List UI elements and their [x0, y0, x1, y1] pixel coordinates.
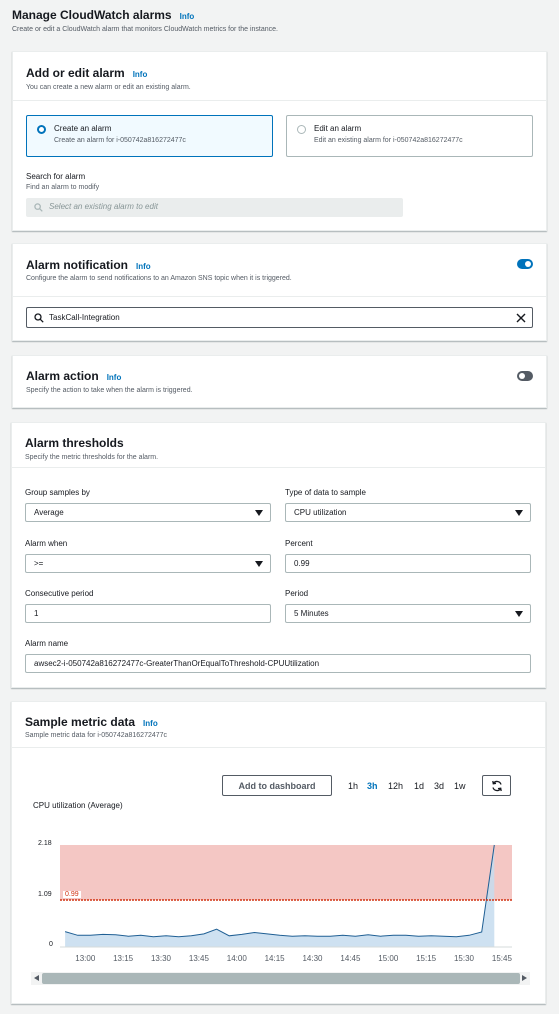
sns-topic-input[interactable]: TaskCall-Integration [26, 307, 533, 328]
x-tick-label: 14:45 [340, 954, 361, 963]
sns-topic-value: TaskCall-Integration [49, 313, 120, 322]
edit-alarm-desc: Edit an existing alarm for i-050742a8162… [314, 137, 463, 144]
horizontal-scrollbar[interactable] [31, 972, 530, 985]
search-alarm-placeholder: Select an existing alarm to edit [49, 202, 158, 211]
percent-label: Percent [285, 539, 313, 548]
x-tick-label: 15:30 [454, 954, 475, 963]
caret-down-icon [255, 561, 263, 567]
add-edit-description: You can create a new alarm or edit an ex… [26, 84, 191, 91]
clear-icon[interactable] [516, 313, 526, 323]
scroll-right-icon[interactable] [522, 975, 527, 981]
group-samples-select[interactable]: Average [25, 503, 271, 522]
notification-info-link[interactable]: Info [136, 262, 151, 271]
alarm-name-label: Alarm name [25, 639, 69, 648]
x-tick-label: 15:00 [378, 954, 399, 963]
percent-input[interactable]: 0.99 [285, 554, 531, 573]
threshold-label: 0.99 [63, 891, 81, 898]
x-tick-label: 15:15 [416, 954, 437, 963]
caret-down-icon [515, 510, 523, 516]
notification-toggle[interactable] [517, 259, 533, 269]
alarm-when-value: >= [34, 559, 44, 568]
consecutive-period-label: Consecutive period [25, 589, 94, 598]
header-info-link[interactable]: Info [180, 12, 195, 21]
search-alarm-input[interactable]: Select an existing alarm to edit [26, 198, 403, 217]
thresholds-description: Specify the metric thresholds for the al… [25, 454, 159, 461]
search-icon [34, 203, 43, 212]
group-samples-value: Average [34, 508, 64, 517]
edit-alarm-label: Edit an alarm [314, 124, 362, 133]
x-tick-label: 14:30 [302, 954, 323, 963]
data-type-select[interactable]: CPU utilization [285, 503, 531, 522]
page-title: Manage CloudWatch alarms [12, 8, 172, 22]
page-description: Create or edit a CloudWatch alarm that m… [12, 26, 278, 33]
search-alarm-desc: Find an alarm to modify [26, 184, 100, 191]
thresholds-panel: Alarm thresholds Specify the metric thre… [11, 422, 546, 688]
alarm-zone [60, 845, 512, 900]
action-info-link[interactable]: Info [107, 373, 122, 382]
cpu-chart: 13:00 13:15 13:30 13:45 14:00 14:15 14:30 14:45… [60, 844, 513, 963]
x-tick-label: 14:15 [265, 954, 286, 963]
action-title: Alarm action [26, 369, 99, 383]
edit-alarm-radio[interactable] [297, 125, 306, 134]
create-alarm-radio[interactable] [37, 125, 46, 134]
x-tick-label: 14:00 [227, 954, 248, 963]
x-tick-label: 13:15 [113, 954, 134, 963]
period-select[interactable]: 5 Minutes [285, 604, 531, 623]
create-alarm-desc: Create an alarm for i-050742a816272477c [54, 137, 186, 144]
data-type-value: CPU utilization [294, 508, 347, 517]
page-header: Manage CloudWatch alarms Info Create or … [12, 8, 552, 33]
action-description: Specify the action to take when the alar… [26, 387, 193, 394]
notification-panel: Alarm notification Info Configure the al… [12, 243, 547, 341]
edit-alarm-option[interactable]: Edit an alarm Edit an existing alarm for… [286, 115, 533, 157]
search-icon [34, 313, 44, 323]
consecutive-period-input[interactable]: 1 [25, 604, 271, 623]
scroll-left-icon[interactable] [34, 975, 39, 981]
x-tick-label: 13:45 [189, 954, 210, 963]
alarm-name-value: awsec2-i-050742a816272477c-GreaterThanOr… [34, 659, 320, 668]
x-tick-label: 15:45 [492, 954, 513, 963]
action-toggle[interactable] [517, 371, 533, 381]
add-edit-info-link[interactable]: Info [133, 70, 148, 79]
thresholds-title: Alarm thresholds [25, 436, 124, 450]
consecutive-period-value: 1 [34, 609, 39, 618]
action-panel: Alarm action Info Specify the action to … [12, 355, 547, 408]
sample-panel: Sample metric data Info Sample metric da… [11, 701, 546, 1004]
add-edit-title: Add or edit alarm [26, 66, 125, 80]
alarm-when-select[interactable]: >= [25, 554, 271, 573]
percent-value: 0.99 [294, 559, 310, 568]
period-label: Period [285, 589, 309, 598]
caret-down-icon [255, 510, 263, 516]
notification-description: Configure the alarm to send notification… [26, 275, 292, 282]
create-alarm-label: Create an alarm [54, 124, 112, 133]
data-type-label: Type of data to sample [285, 488, 366, 497]
caret-down-icon [515, 611, 523, 617]
alarm-when-label: Alarm when [25, 539, 68, 548]
period-value: 5 Minutes [294, 609, 329, 618]
notification-title: Alarm notification [26, 258, 129, 272]
x-tick-label: 13:30 [151, 954, 172, 963]
alarm-name-input[interactable]: awsec2-i-050742a816272477c-GreaterThanOr… [25, 654, 531, 673]
scrollbar-thumb[interactable] [42, 973, 520, 984]
x-tick-label: 13:00 [75, 954, 96, 963]
search-alarm-label: Search for alarm [26, 172, 86, 181]
add-edit-panel: Add or edit alarm Info You can create a … [12, 51, 547, 231]
group-samples-label: Group samples by [25, 488, 90, 497]
create-alarm-option[interactable]: Create an alarm Create an alarm for i-05… [26, 115, 273, 157]
